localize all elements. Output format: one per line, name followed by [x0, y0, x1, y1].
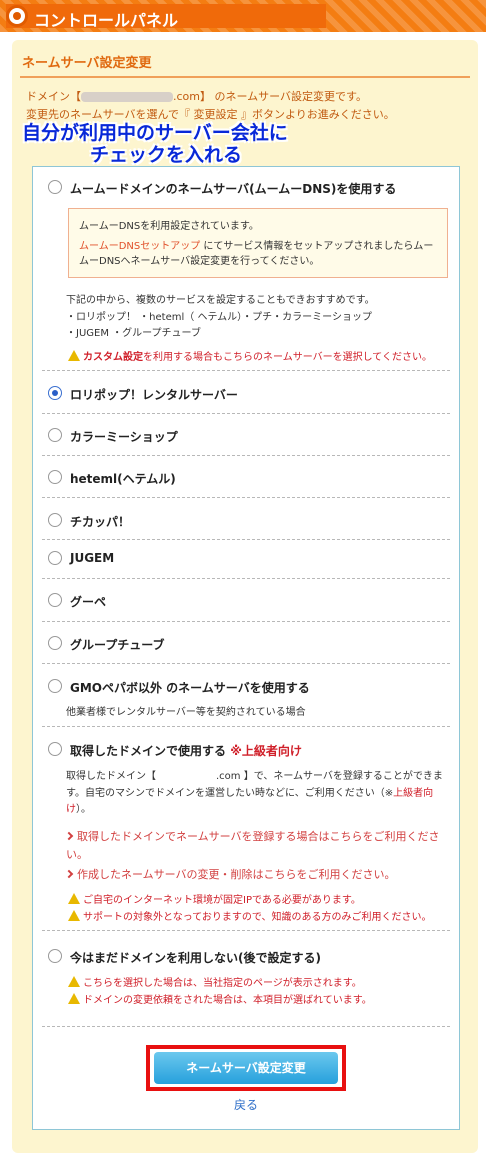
muumuu-dns-setup-link[interactable]: ムームーDNSセットアップ: [79, 241, 200, 252]
own-info-3-emphasis: け: [66, 804, 76, 815]
radio-lolipop[interactable]: [48, 386, 62, 400]
note-line-1: ムームーDNSを利用設定されています。: [79, 221, 259, 232]
intro-prefix: ドメイン【: [26, 90, 81, 103]
option-label-muumuu-dns[interactable]: ムームードメインのネームサーバ(ムームーDNS)を使用する: [70, 180, 396, 197]
divider: [42, 539, 450, 540]
radio-gmo-other[interactable]: [48, 679, 62, 693]
muumuu-info-3: ・JUGEM ・グループチューブ: [66, 328, 201, 339]
radio-goope[interactable]: [48, 593, 62, 607]
own-domain-label[interactable]: 取得したドメインで使用する: [70, 744, 226, 758]
submit-nameserver-change-button[interactable]: ネームサーバ設定変更: [154, 1052, 338, 1084]
divider: [42, 930, 450, 931]
later-warning-2-text: ドメインの変更依頼をされた場合は、本項目が選ばれています。: [83, 995, 372, 1006]
divider: [42, 413, 450, 414]
divider: [42, 663, 450, 664]
own-info-1b: .com 】で、ネームサーバを登録することができま: [216, 771, 443, 782]
option-label-goope[interactable]: グーペ: [70, 593, 106, 610]
register-nameserver-link-cont[interactable]: い。: [66, 846, 88, 862]
muumuu-info-2: ・ロリポップ！ ・heteml（ ヘテムル）・プチ・カラーミーショップ: [66, 312, 372, 323]
option-label-own-domain[interactable]: 取得したドメインで使用する ※上級者向け: [70, 742, 302, 759]
divider: [42, 726, 450, 727]
later-warning-1-text: こちらを選択した場合は、当社指定のページが表示されます。: [83, 978, 362, 989]
divider: [42, 621, 450, 622]
note-line-2a: にてサービス情報をセットアップされましたらムー: [203, 241, 434, 252]
option-label-chicappa[interactable]: チカッパ！: [70, 513, 130, 530]
later-warning-1: こちらを選択した場合は、当社指定のページが表示されます。: [68, 974, 362, 989]
own-info-1: 取得したドメイン【 .com 】で、ネームサーバを登録することができま: [66, 767, 443, 782]
radio-heteml[interactable]: [48, 470, 62, 484]
radio-grouptube[interactable]: [48, 636, 62, 650]
option-label-lolipop[interactable]: ロリポップ！レンタルサーバー: [70, 386, 238, 403]
divider: [42, 1026, 450, 1027]
radio-own-domain[interactable]: [48, 742, 62, 756]
option-label-set-later[interactable]: 今はまだドメインを利用しない(後で設定する): [70, 949, 321, 966]
custom-setting-text: を利用する場合もこちらのネームサーバーを選択してください。: [143, 352, 432, 363]
radio-jugem[interactable]: [48, 551, 62, 565]
option-label-jugem[interactable]: JUGEM: [70, 551, 114, 565]
radio-colorme[interactable]: [48, 428, 62, 442]
muumuu-info-1: 下記の中から、複数のサービスを設定することもできおすすめです。: [66, 295, 375, 306]
own-info-2a: す。自宅のマシンでドメインを運営したい時などに、ご利用ください（※: [66, 788, 394, 799]
advanced-user-tag: ※上級者向け: [230, 744, 302, 758]
later-warning-2: ドメインの変更依頼をされた場合は、本項目が選ばれています。: [68, 991, 372, 1006]
intro-domain-suffix: .com】: [173, 90, 211, 103]
fixed-ip-warning-text: ご自宅のインターネット環境が固定IPである必要があります。: [83, 895, 361, 906]
warning-icon: [68, 993, 80, 1004]
radio-set-later[interactable]: [48, 949, 62, 963]
page-title: ネームサーバ設定変更: [22, 56, 152, 71]
warning-icon: [68, 910, 80, 921]
note-line-2: ムームーDNSセットアップ にてサービス情報をセットアップされましたらムームーD…: [79, 239, 437, 269]
own-info-3b: ）。: [76, 804, 91, 815]
blurred-domain: [81, 92, 173, 102]
support-warning-text: サポートの対象外となっておりますので、知識のある方のみご利用ください。: [83, 912, 432, 923]
arrow-icon: [64, 831, 74, 841]
gear-icon: [6, 5, 28, 27]
divider: [42, 455, 450, 456]
control-panel-header: コントロールパネル: [0, 0, 486, 32]
option-label-grouptube[interactable]: グループチューブ: [70, 636, 165, 653]
arrow-icon: [64, 869, 74, 879]
radio-muumuu-dns[interactable]: [48, 180, 62, 194]
divider: [42, 578, 450, 579]
annotation-line-2: チェックを入れる: [90, 144, 243, 166]
header-title: コントロールパネル: [34, 11, 179, 30]
own-info-1a: 取得したドメイン【: [66, 771, 156, 782]
radio-chicappa[interactable]: [48, 513, 62, 527]
note-line-2b: ムーDNSへネームサーバ設定変更を行ってください。: [79, 256, 320, 267]
warning-icon: [68, 350, 80, 361]
divider: [42, 497, 450, 498]
intro-line-1: ドメイン【 .com】 のネームサーバ設定変更です。: [26, 88, 367, 104]
edit-nameserver-link-text[interactable]: 作成したネームサーバの変更・削除はこちらをご利用ください。: [77, 868, 396, 881]
custom-setting-warning: カスタム設定を利用する場合もこちらのネームサーバーを選択してください。: [68, 348, 432, 363]
divider: [42, 370, 450, 371]
fixed-ip-warning: ご自宅のインターネット環境が固定IPである必要があります。: [68, 891, 361, 906]
register-nameserver-link[interactable]: 取得したドメインでネームサーバを登録する場合はこちらをご利用くださ: [64, 828, 440, 844]
muumuu-dns-note: ムームーDNSを利用設定されています。 ムームーDNSセットアップ にてサービス…: [68, 208, 448, 278]
custom-setting-emphasis: カスタム設定: [83, 352, 143, 363]
edit-nameserver-link[interactable]: 作成したネームサーバの変更・削除はこちらをご利用ください。: [64, 866, 396, 882]
title-divider: [20, 76, 470, 78]
warning-icon: [68, 893, 80, 904]
option-label-colorme[interactable]: カラーミーショップ: [70, 428, 178, 445]
back-link[interactable]: 戻る: [234, 1096, 258, 1113]
register-nameserver-link-text[interactable]: 取得したドメインでネームサーバを登録する場合はこちらをご利用くださ: [77, 830, 440, 843]
warning-icon: [68, 976, 80, 987]
support-warning: サポートの対象外となっておりますので、知識のある方のみご利用ください。: [68, 908, 432, 923]
own-info-2-emphasis: 上級者向: [393, 788, 434, 799]
own-info-3: け）。: [66, 800, 91, 815]
option-label-heteml[interactable]: heteml(ヘテムル): [70, 470, 176, 487]
own-info-2: す。自宅のマシンでドメインを運営したい時などに、ご利用ください（※上級者向: [66, 784, 433, 799]
option-label-gmo-other[interactable]: GMOペパボ以外 のネームサーバを使用する: [70, 679, 310, 696]
intro-rest: のネームサーバ設定変更です。: [214, 90, 367, 103]
gmo-other-desc: 他業者様でレンタルサーバー等を契約されている場合: [66, 707, 306, 718]
